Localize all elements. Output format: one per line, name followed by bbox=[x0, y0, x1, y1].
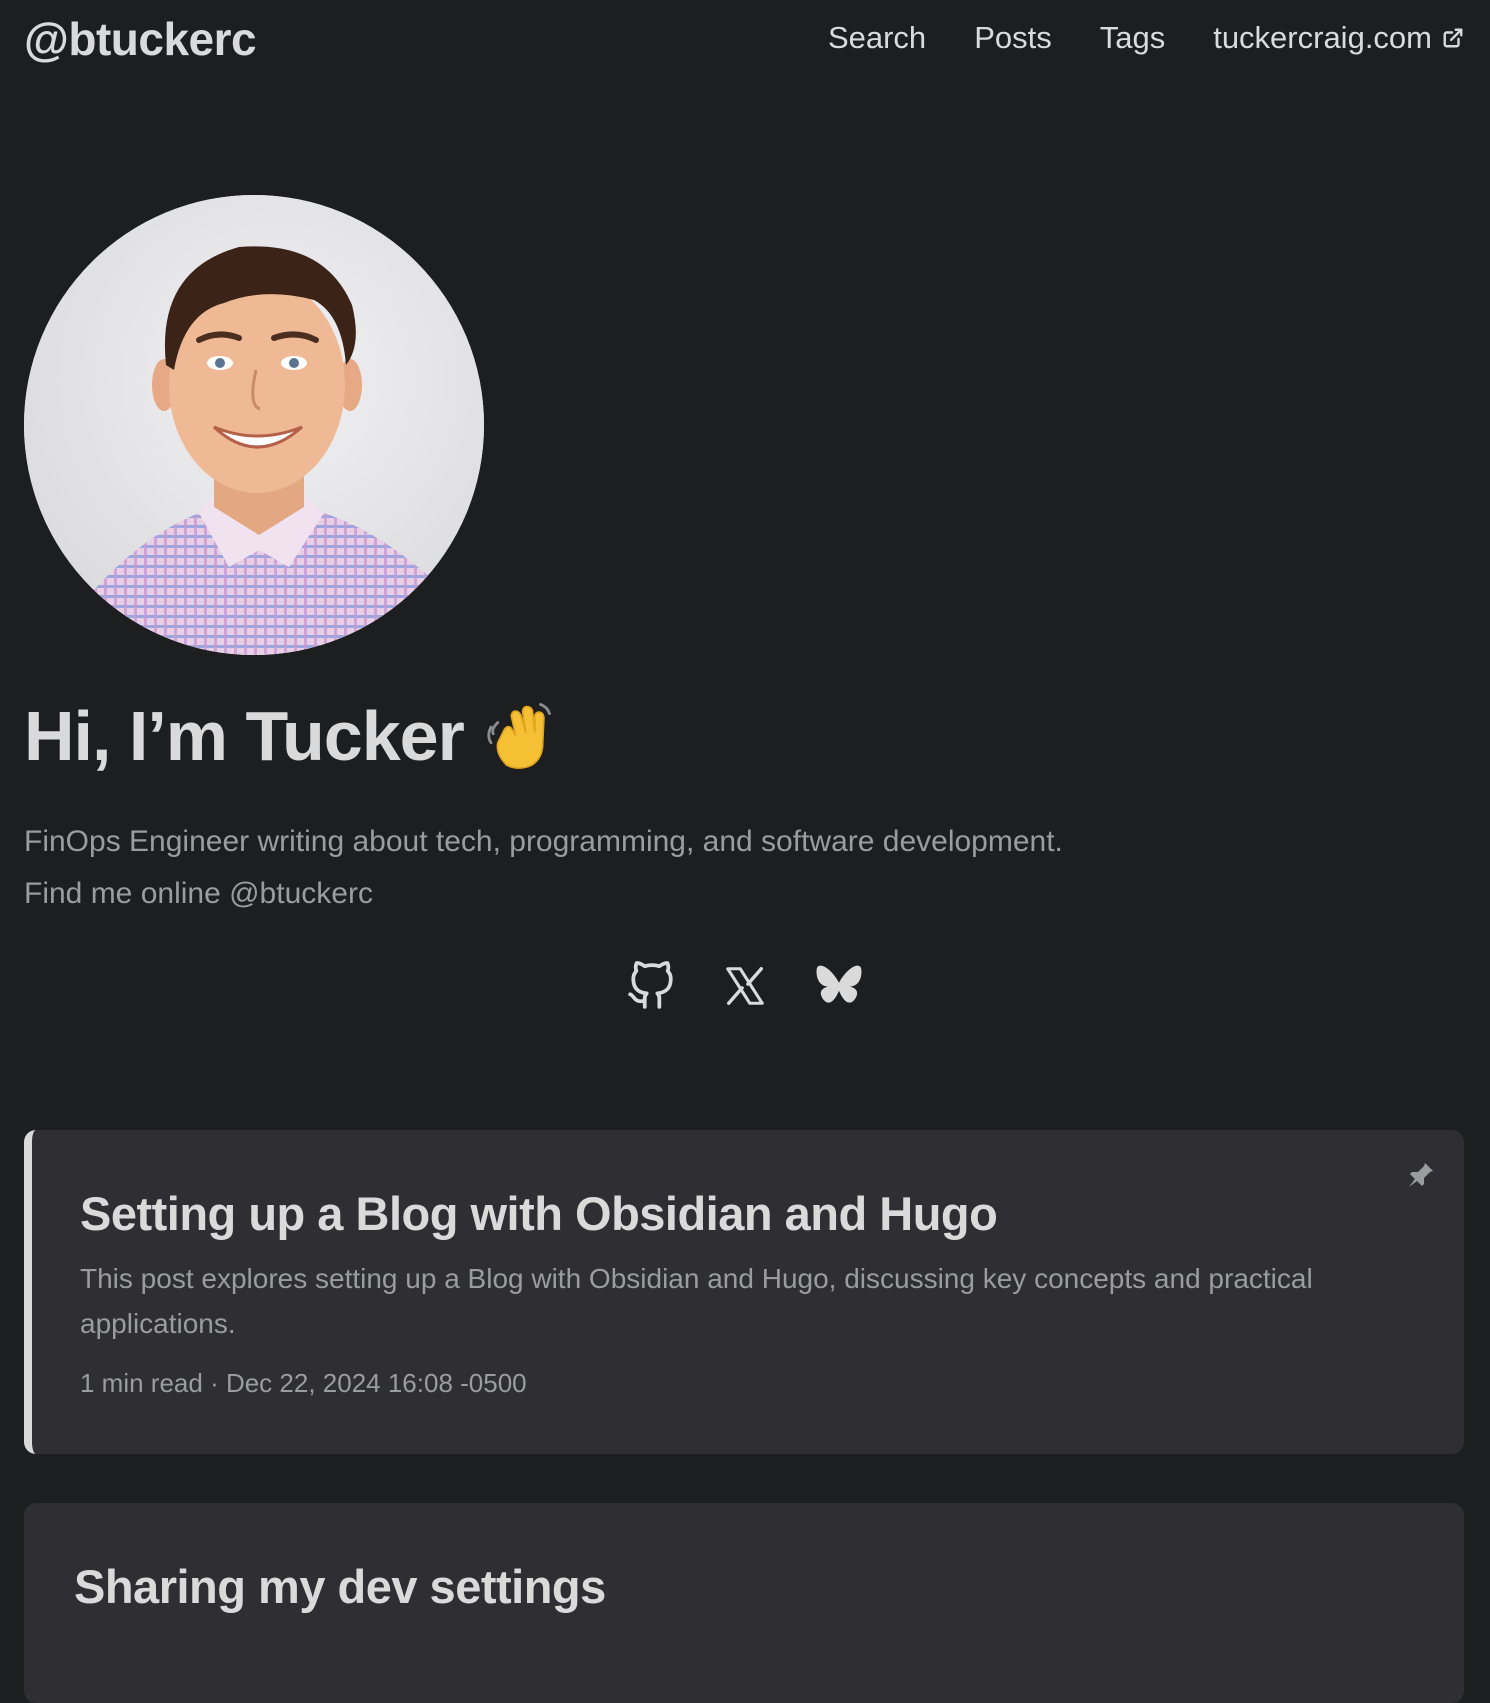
hero-heading: Hi, I’m Tucker bbox=[24, 696, 554, 776]
github-link[interactable] bbox=[625, 960, 677, 1012]
nav-posts-label: Posts bbox=[974, 20, 1052, 55]
pin-icon bbox=[1408, 1162, 1434, 1188]
nav-posts-link[interactable]: Posts bbox=[974, 20, 1052, 56]
bluesky-icon bbox=[816, 965, 862, 1003]
post-title: Setting up a Blog with Obsidian and Hugo bbox=[80, 1187, 998, 1240]
social-links bbox=[0, 960, 1490, 1012]
post-card[interactable]: Setting up a Blog with Obsidian and Hugo… bbox=[24, 1130, 1464, 1454]
nav-search-label: Search bbox=[827, 20, 927, 55]
nav-menu: Search Posts Tags tuckercraig.com bbox=[828, 20, 1464, 56]
bluesky-link[interactable] bbox=[813, 960, 865, 1012]
post-title: Sharing my dev settings bbox=[74, 1560, 606, 1613]
post-summary: This post explores setting up a Blog wit… bbox=[80, 1263, 1313, 1339]
hero-description-line: Find me online @btuckerc bbox=[24, 877, 373, 910]
nav-external-site-link[interactable]: tuckercraig.com bbox=[1213, 20, 1464, 56]
x-icon bbox=[726, 967, 764, 1005]
nav-tags-link[interactable]: Tags bbox=[1100, 20, 1165, 56]
x-link[interactable] bbox=[719, 960, 771, 1012]
hero-description: FinOps Engineer writing about tech, prog… bbox=[24, 816, 1424, 920]
profile-photo bbox=[24, 195, 484, 655]
top-nav: @btuckerc Search Posts Tags tuckercraig.… bbox=[0, 0, 1490, 80]
post-card[interactable]: Sharing my dev settings bbox=[24, 1503, 1464, 1703]
nav-external-site-label: tuckercraig.com bbox=[1213, 20, 1432, 55]
nav-tags-label: Tags bbox=[1099, 20, 1166, 55]
profile-avatar bbox=[24, 195, 484, 655]
nav-search-link[interactable]: Search bbox=[828, 20, 926, 56]
hero-description-line: FinOps Engineer writing about tech, prog… bbox=[24, 825, 1063, 858]
post-meta: 1 min read · Dec 22, 2024 16:08 -0500 bbox=[80, 1368, 527, 1398]
waving-hand-icon bbox=[487, 703, 551, 769]
site-logo[interactable]: @btuckerc bbox=[24, 12, 257, 66]
github-icon bbox=[628, 961, 673, 1009]
hero-title-text: Hi, I’m Tucker bbox=[24, 697, 465, 775]
external-link-icon bbox=[1443, 28, 1463, 48]
